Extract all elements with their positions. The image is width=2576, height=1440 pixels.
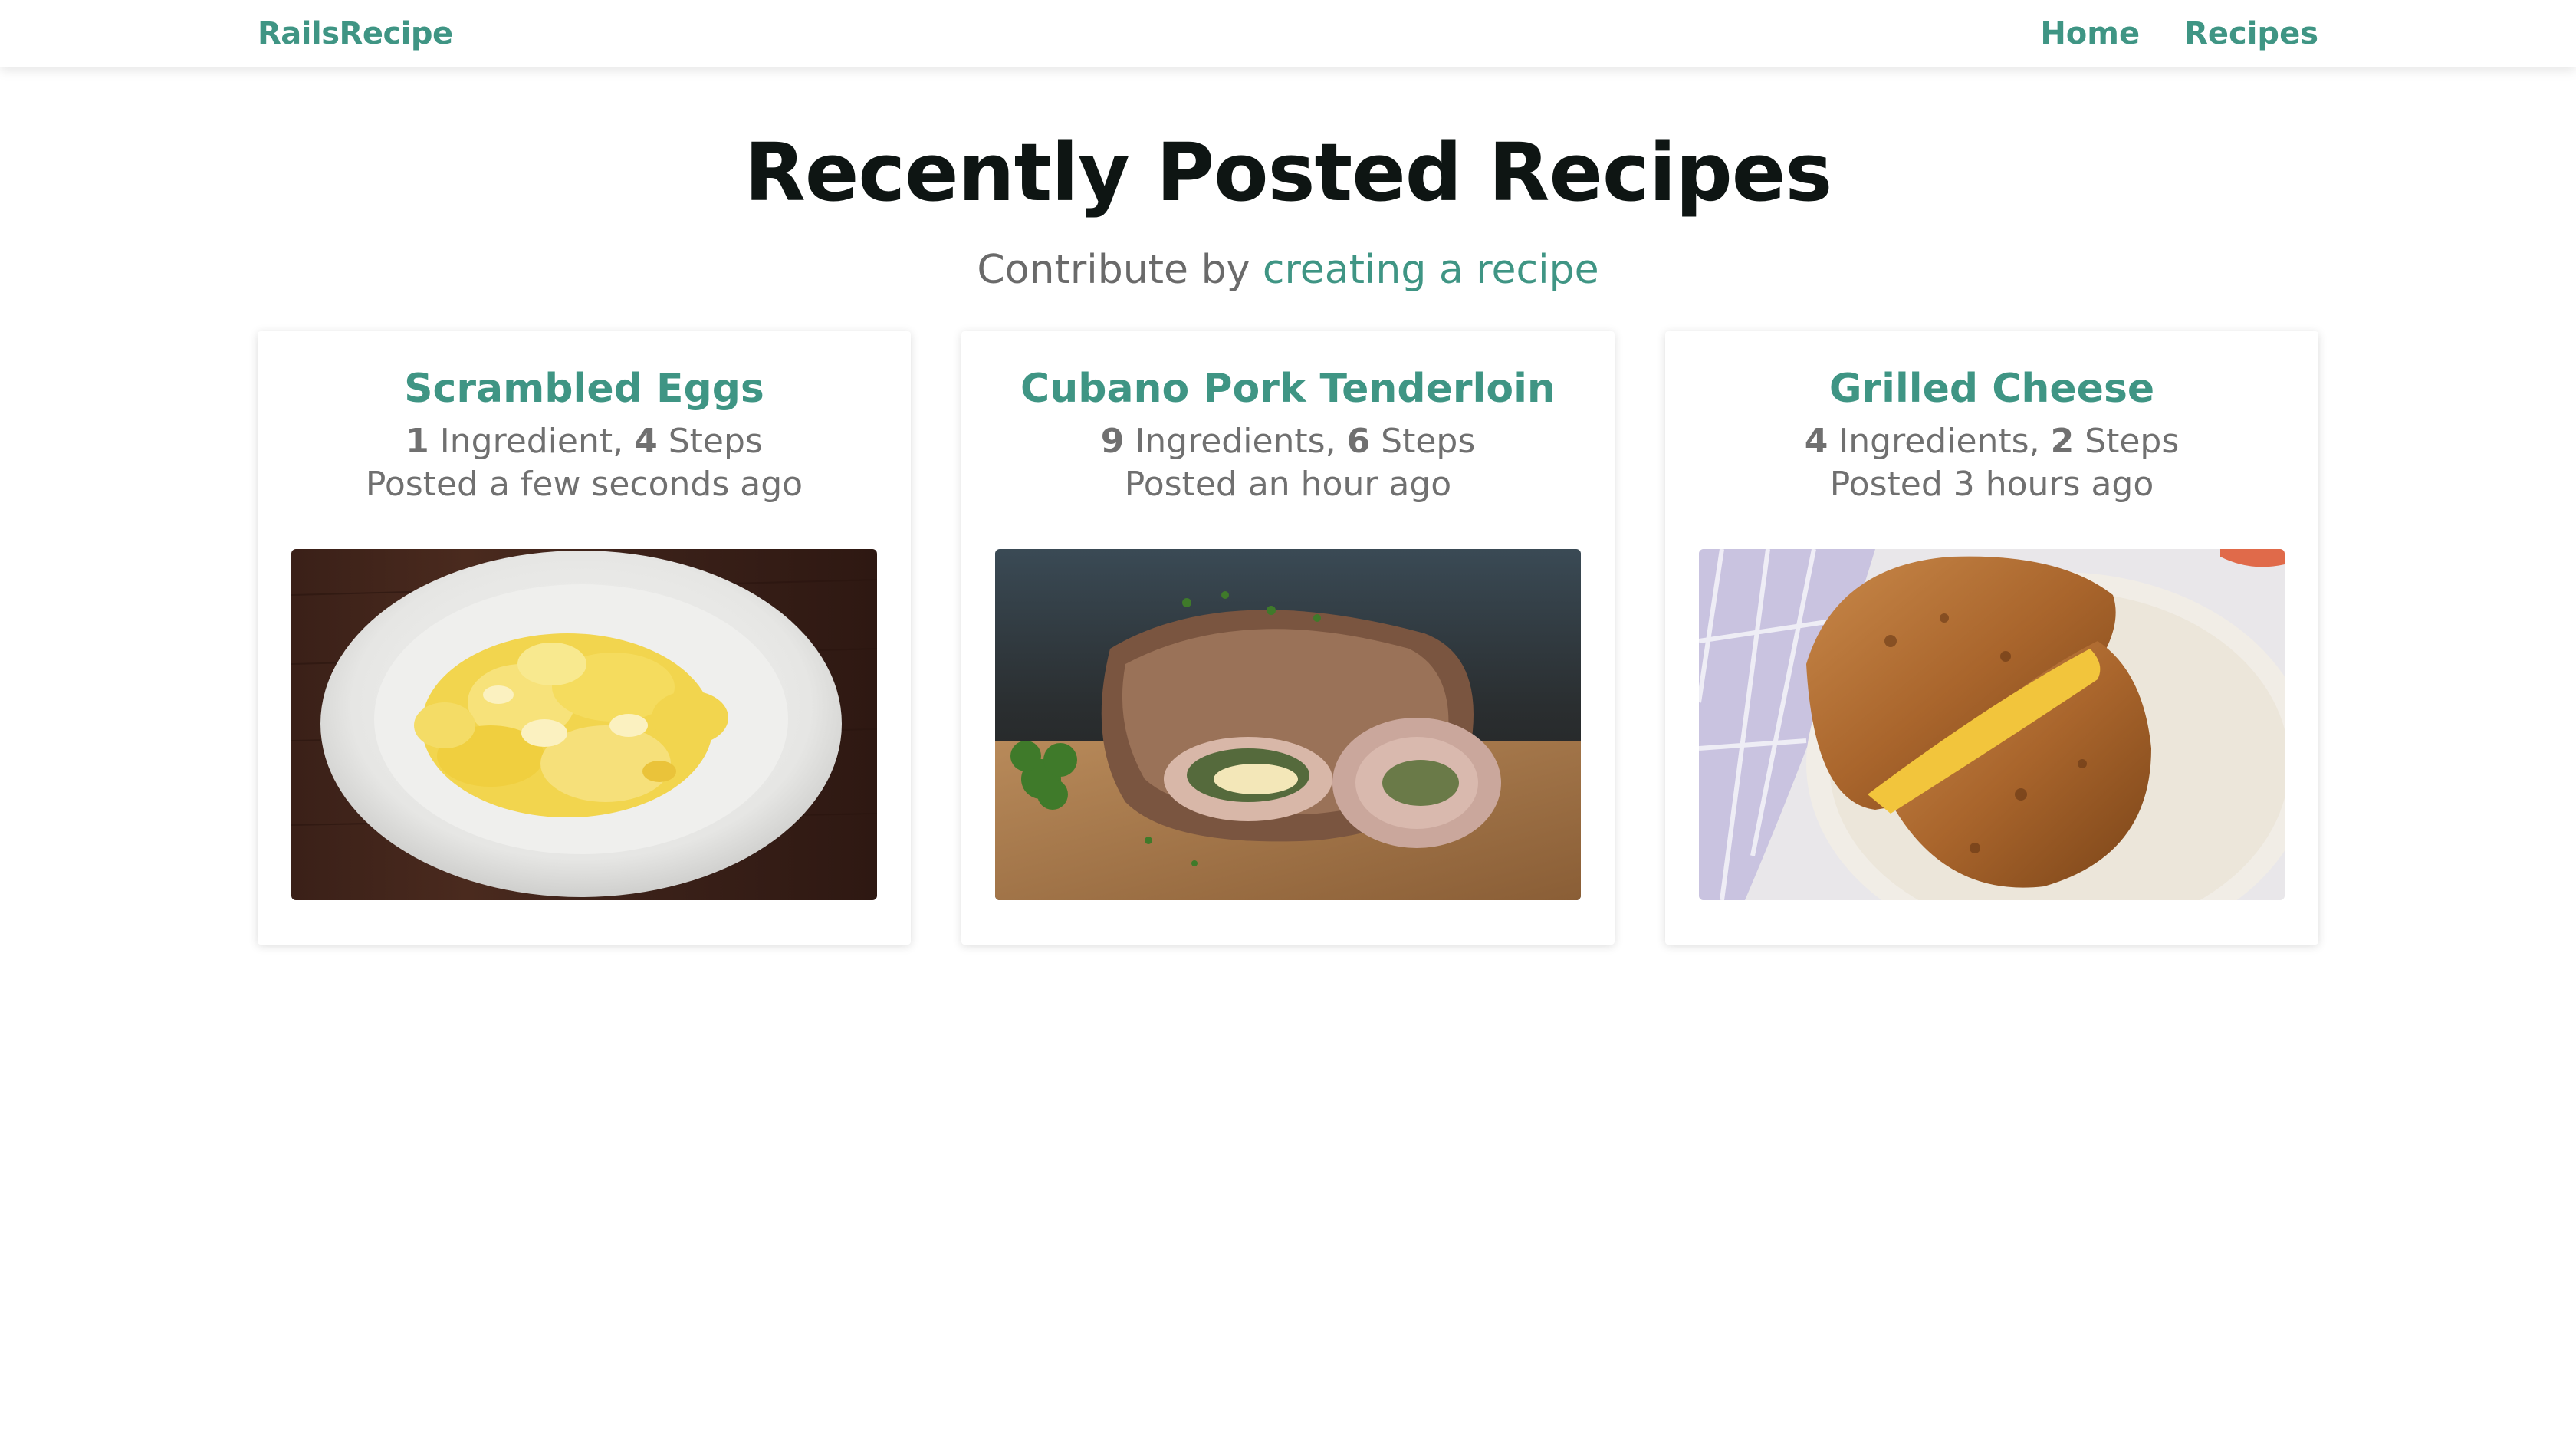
nav-link-home[interactable]: Home [2040, 0, 2140, 67]
step-label: Steps [657, 422, 763, 461]
ingredient-count: 9 [1100, 422, 1125, 461]
posted-time: Posted 3 hours ago [1829, 465, 2154, 504]
recipe-meta: 1 Ingredient, 4 Steps Posted a few secon… [258, 420, 911, 506]
posted-time: Posted a few seconds ago [365, 465, 803, 504]
recipe-counts: 9 Ingredients, 6 Steps [961, 420, 1615, 463]
recipe-title-link[interactable]: Cubano Pork Tenderloin [961, 362, 1615, 416]
recipe-card-list: Scrambled Eggs 1 Ingredient, 4 Steps Pos… [258, 331, 2318, 945]
recipe-title-link[interactable]: Grilled Cheese [1665, 362, 2318, 416]
ingredient-count: 1 [406, 422, 429, 461]
posted-time: Posted an hour ago [1124, 465, 1452, 504]
ingredient-label: Ingredients, [1828, 422, 2051, 461]
page-title: Recently Posted Recipes [744, 126, 1832, 219]
recipe-counts: 1 Ingredient, 4 Steps [258, 420, 911, 463]
ingredient-label: Ingredient, [429, 422, 635, 461]
brand-link[interactable]: RailsRecipe [258, 0, 453, 67]
page-subtitle: Contribute by creating a recipe [0, 242, 2576, 298]
create-recipe-link[interactable]: creating a recipe [1263, 247, 1599, 293]
grilled-cheese-photo[interactable] [1699, 549, 2285, 900]
step-label: Steps [2074, 422, 2180, 461]
top-navbar: RailsRecipe Home Recipes [0, 0, 2576, 67]
recipe-card[interactable]: Cubano Pork Tenderloin 9 Ingredients, 6 … [961, 331, 1615, 945]
subtitle-prefix: Contribute by [977, 247, 1263, 293]
recipe-meta: 4 Ingredients, 2 Steps Posted 3 hours ag… [1665, 420, 2318, 506]
step-count: 4 [634, 422, 658, 461]
scrambled-eggs-photo[interactable] [291, 549, 877, 900]
recipe-card[interactable]: Scrambled Eggs 1 Ingredient, 4 Steps Pos… [258, 331, 911, 945]
ingredient-count: 4 [1804, 422, 1829, 461]
step-count: 2 [2050, 422, 2075, 461]
ingredient-label: Ingredients, [1124, 422, 1347, 461]
step-count: 6 [1346, 422, 1371, 461]
step-label: Steps [1370, 422, 1476, 461]
nav-links: Home Recipes [2040, 0, 2318, 67]
recipe-counts: 4 Ingredients, 2 Steps [1665, 420, 2318, 463]
nav-link-recipes[interactable]: Recipes [2184, 0, 2318, 67]
recipe-meta: 9 Ingredients, 6 Steps Posted an hour ag… [961, 420, 1615, 506]
recipe-title-link[interactable]: Scrambled Eggs [258, 362, 911, 416]
recipe-card[interactable]: Grilled Cheese 4 Ingredients, 2 Steps Po… [1665, 331, 2318, 945]
pork-tenderloin-photo[interactable] [995, 549, 1581, 900]
